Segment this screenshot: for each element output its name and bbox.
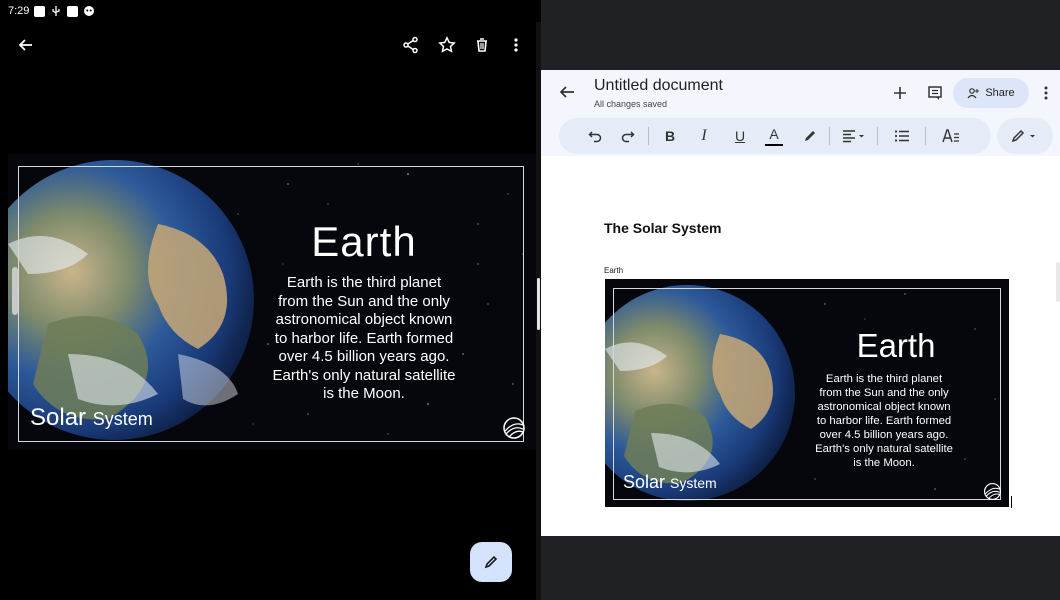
undo-button[interactable] (585, 124, 605, 148)
slide-line: over 4.5 billion years ago. (278, 348, 450, 365)
slide-line: to harbor life. Earth formed (816, 415, 952, 427)
slide-line: is the Moon. (853, 457, 915, 469)
italic-button[interactable]: I (695, 124, 713, 148)
redo-icon (621, 131, 635, 143)
edge-drag-handle[interactable] (1056, 262, 1060, 302)
favorite-button[interactable] (434, 32, 460, 58)
globe-logo-icon (983, 482, 1002, 501)
document-page[interactable]: The Solar System Earth Earth Earth is th… (541, 156, 1060, 536)
align-button[interactable] (839, 124, 869, 148)
slide-body: Earth is the third planet from the Sun a… (801, 372, 967, 470)
text-style-button[interactable] (939, 124, 963, 148)
slide-title: Earth (856, 327, 936, 364)
slide-line: is the Moon. (323, 385, 405, 402)
edit-button[interactable] (470, 542, 512, 582)
star-icon (438, 36, 456, 53)
more-vert-icon (1044, 86, 1048, 100)
editing-mode-button[interactable] (997, 118, 1053, 154)
text-format-icon (942, 129, 959, 143)
slide-title: Earth (311, 218, 417, 265)
brand-main: Solar (623, 472, 666, 492)
toolbar-separator (877, 127, 878, 145)
add-icon (894, 87, 906, 99)
slide-line: Earth is the third planet (825, 373, 943, 385)
slide-line: Earth's only natural satellite (272, 366, 456, 384)
slide-image: Earth Earth is the third planet from the… (8, 154, 536, 450)
highlight-button[interactable] (801, 124, 819, 148)
document-heading: The Solar System (604, 220, 722, 236)
photo-viewer: Earth Earth is the third planet from the… (0, 22, 536, 600)
notification-icon (34, 5, 46, 17)
more-options-button[interactable] (1035, 82, 1057, 104)
slide-line: from the Sun and the only (819, 387, 949, 399)
status-time: 7:29 (8, 5, 30, 17)
docs-header: Untitled document All changes saved Shar… (541, 70, 1060, 156)
slide-line: to harbor life. Earth formed (274, 329, 454, 347)
brand-sub: System (92, 409, 153, 429)
align-left-icon (843, 130, 864, 143)
text-color-button[interactable]: A (765, 124, 783, 146)
pencil-icon (484, 555, 498, 569)
docs-bottom-area (541, 536, 1060, 600)
delete-button[interactable] (469, 32, 495, 58)
add-person-icon (967, 88, 980, 99)
brand-sub: System (670, 475, 717, 491)
share-icon (403, 36, 418, 54)
underline-button[interactable]: U (731, 124, 749, 148)
highlighter-icon (805, 131, 815, 141)
slide-line: Earth is the third planet (286, 274, 442, 291)
back-arrow-icon[interactable] (557, 82, 577, 102)
trash-icon (477, 38, 487, 52)
slide-line: astronomical object known (275, 311, 453, 328)
toolbar-separator (829, 127, 830, 145)
redo-button[interactable] (618, 124, 638, 148)
screen: 7:29 Earth Earth is the third planet fro… (0, 0, 1060, 600)
viewer-toolbar (0, 22, 536, 68)
toolbar-separator (925, 127, 926, 145)
comments-button[interactable] (924, 82, 946, 104)
bold-button[interactable]: B (661, 124, 679, 148)
docs-app: Untitled document All changes saved Shar… (541, 0, 1060, 600)
undo-icon (588, 131, 602, 143)
notification-icon (67, 5, 79, 17)
back-button[interactable] (13, 32, 39, 58)
insert-button[interactable] (889, 82, 911, 104)
usb-icon (52, 6, 61, 16)
android-icon (84, 6, 95, 16)
pencil-icon (1011, 129, 1035, 143)
more-vert-icon (514, 38, 518, 52)
embedded-slide-image[interactable]: Earth Earth is the third planet from the… (605, 279, 1009, 507)
brand-main: Solar (30, 404, 87, 431)
split-handle[interactable] (537, 278, 540, 330)
slide-brand: Solar System (623, 472, 717, 493)
bulleted-list-icon (894, 130, 909, 142)
slide-line: astronomical object known (817, 401, 951, 413)
text-cursor (1011, 496, 1012, 508)
pane-drag-handle[interactable] (12, 267, 18, 315)
more-options-button[interactable] (503, 32, 529, 58)
comment-icon (928, 86, 942, 100)
list-button[interactable] (891, 124, 913, 148)
back-arrow-icon (18, 39, 32, 51)
slide-brand: Solar System (30, 404, 153, 432)
share-label: Share (985, 87, 1015, 99)
share-button[interactable] (398, 32, 424, 58)
slide-line: from the Sun and the only (278, 292, 450, 310)
globe-logo-icon (503, 417, 525, 439)
slide-body: Earth is the third planet from the Sun a… (258, 274, 470, 404)
image-caption: Earth (604, 266, 624, 275)
document-title[interactable]: Untitled document (594, 77, 723, 95)
slide-line: over 4.5 billion years ago. (819, 429, 949, 441)
share-button[interactable]: Share (953, 78, 1029, 108)
save-status: All changes saved (594, 99, 668, 109)
toolbar-separator (648, 127, 649, 145)
formatting-toolbar: B I U A (559, 118, 991, 154)
slide-line: Earth's only natural satellite (815, 443, 953, 455)
